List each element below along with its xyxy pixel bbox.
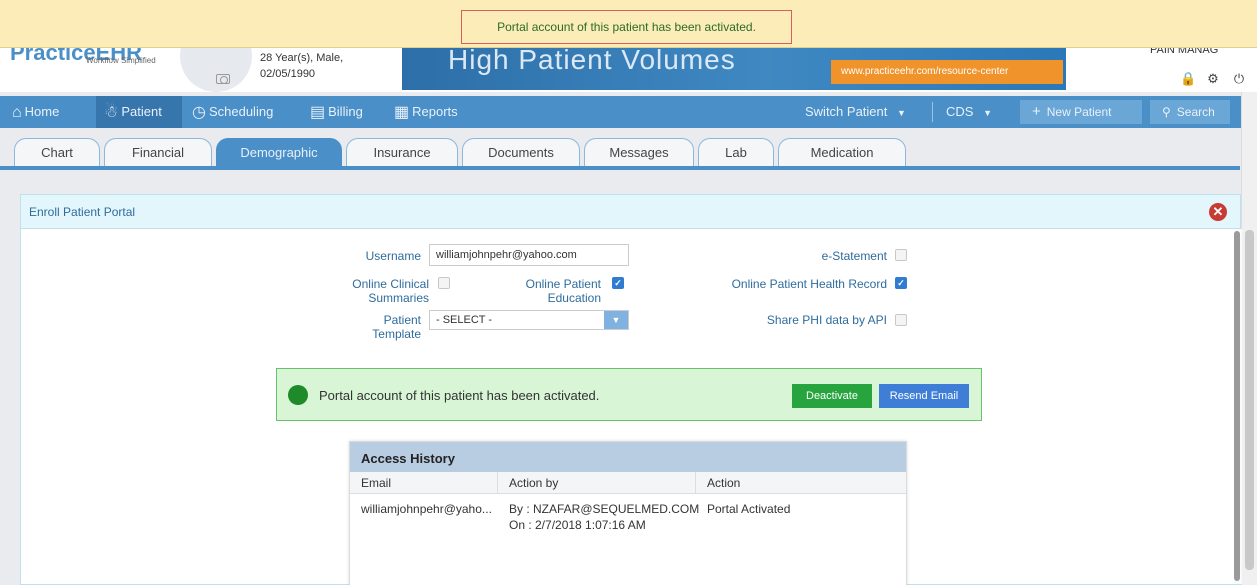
panel-scrollbar-thumb[interactable] — [1234, 231, 1240, 581]
panel-header: Enroll Patient Portal ✕ — [21, 195, 1240, 229]
switch-patient-label: Switch Patient — [805, 104, 888, 119]
patient-template-label: Patient Template — [321, 313, 421, 341]
patient-template-value: - SELECT - — [436, 314, 493, 326]
portal-status-box: Portal account of this patient has been … — [276, 368, 982, 421]
online-patient-edu-label-line1: Online Patient — [525, 277, 601, 291]
nav-billing[interactable]: ▤ Billing — [310, 96, 386, 128]
power-icon[interactable]: ⏻ — [1232, 72, 1246, 86]
col-action: Action — [707, 476, 741, 490]
clock-icon: ◷ — [192, 104, 206, 121]
nav-reports[interactable]: ▦ Reports — [394, 96, 474, 128]
patient-tabs: Chart Financial Demographic Insurance Do… — [0, 128, 1257, 170]
tab-documents[interactable]: Documents — [462, 138, 580, 166]
search-label: Search — [1176, 105, 1215, 119]
username-label: Username — [365, 249, 421, 263]
search-button[interactable]: ⚲ Search — [1150, 100, 1230, 124]
deactivate-button[interactable]: Deactivate — [792, 384, 872, 408]
main-nav: ⌂ Home ☃ Patient ◷ Scheduling ▤ Billing ▦ Rep… — [0, 96, 1257, 128]
search-icon: ⚲ — [1162, 105, 1171, 119]
col-email: Email — [350, 472, 498, 494]
calendar-icon: ▦ — [394, 104, 410, 121]
nav-scheduling-label: Scheduling — [208, 104, 274, 119]
online-health-record-checkbox[interactable]: ✓ — [895, 277, 907, 289]
tab-demographic[interactable]: Demographic — [216, 138, 342, 166]
ad-url[interactable]: www.practiceehr.com/resource-center — [831, 60, 1063, 84]
chevron-down-icon: ▼ — [983, 108, 992, 118]
estatement-label: e-Statement — [821, 249, 887, 263]
tabs-underline — [0, 166, 1240, 170]
username-field[interactable]: williamjohnpehr@yahoo.com — [429, 244, 629, 266]
status-indicator-icon — [288, 385, 308, 405]
resend-email-button[interactable]: Resend Email — [879, 384, 969, 408]
page-scrollbar-thumb[interactable] — [1245, 230, 1254, 570]
patient-template-label-line1: Patient — [383, 313, 421, 327]
row-action-by-user: By : NZAFAR@SEQUELMED.COM — [509, 502, 700, 516]
row-action-by-date: On : 2/7/2018 1:07:16 AM — [509, 518, 646, 532]
notification-message: Portal account of this patient has been … — [461, 10, 792, 44]
tab-financial[interactable]: Financial — [104, 138, 212, 166]
nav-home[interactable]: ⌂ Home — [8, 96, 88, 128]
nav-scheduling[interactable]: ◷ Scheduling — [192, 96, 298, 128]
estatement-checkbox[interactable] — [895, 249, 907, 261]
nav-patient-label: Patient — [121, 104, 162, 119]
nav-reports-label: Reports — [412, 104, 458, 119]
tab-messages[interactable]: Messages — [584, 138, 694, 166]
new-patient-button[interactable]: + New Patient — [1020, 100, 1142, 124]
patient-template-label-line2: Template — [372, 327, 421, 341]
page-scrollbar[interactable] — [1241, 92, 1257, 585]
access-history-title: Access History — [350, 442, 906, 472]
nav-billing-label: Billing — [328, 104, 363, 119]
online-clinical-label-line1: Online Clinical — [352, 277, 429, 291]
chevron-down-icon: ▼ — [897, 108, 906, 118]
chevron-down-icon[interactable]: ▼ — [604, 311, 628, 329]
online-clinical-label-line2: Summaries — [368, 291, 429, 305]
access-history-table: Access History Email Action by Action wi… — [349, 441, 907, 585]
patient-template-select[interactable]: - SELECT - ▼ — [429, 310, 629, 330]
table-header: Email Action by Action — [350, 472, 906, 494]
close-icon[interactable]: ✕ — [1209, 203, 1227, 221]
online-clinical-label: Online Clinical Summaries — [321, 277, 429, 305]
cds-dropdown[interactable]: CDS ▼ — [946, 96, 992, 128]
status-message: Portal account of this patient has been … — [319, 388, 600, 403]
row-email: williamjohnpehr@yaho... — [361, 502, 492, 516]
tab-chart[interactable]: Chart — [14, 138, 100, 166]
panel-scrollbar[interactable] — [1234, 229, 1242, 584]
home-icon: ⌂ — [12, 104, 22, 121]
logo-tagline: Workflow Simplified — [86, 56, 156, 65]
share-phi-checkbox[interactable] — [895, 314, 907, 326]
row-action: Portal Activated — [707, 502, 791, 516]
patient-icon: ☃ — [104, 104, 119, 121]
nav-patient[interactable]: ☃ Patient — [96, 96, 182, 128]
tab-lab[interactable]: Lab — [698, 138, 774, 166]
patient-dob: 02/05/1990 — [260, 68, 316, 80]
online-clinical-checkbox[interactable] — [438, 277, 450, 289]
online-patient-edu-label-line2: Education — [547, 291, 601, 305]
camera-icon[interactable] — [216, 74, 230, 84]
patient-age-sex: 28 Year(s), Male, — [260, 52, 344, 64]
tab-insurance[interactable]: Insurance — [346, 138, 458, 166]
ad-title: High Patient Volumes — [448, 44, 736, 75]
nav-home-label: Home — [24, 104, 60, 119]
tab-medication[interactable]: Medication — [778, 138, 906, 166]
panel-title: Enroll Patient Portal — [29, 205, 136, 219]
billing-icon: ▤ — [310, 104, 326, 121]
cds-label: CDS — [946, 104, 974, 119]
lock-icon[interactable]: 🔒 — [1180, 72, 1196, 86]
nav-separator — [932, 102, 933, 122]
online-health-record-label: Online Patient Health Record — [731, 277, 887, 291]
col-action-by: Action by — [498, 472, 696, 494]
switch-patient-dropdown[interactable]: Switch Patient ▼ — [805, 96, 906, 128]
online-patient-edu-checkbox[interactable]: ✓ — [612, 277, 624, 289]
plus-icon: + — [1032, 103, 1041, 120]
online-patient-edu-label: Online Patient Education — [495, 277, 601, 305]
new-patient-label: New Patient — [1046, 105, 1112, 119]
enroll-portal-panel: Enroll Patient Portal ✕ Username william… — [20, 194, 1242, 585]
gear-icon[interactable]: ⚙ — [1206, 72, 1220, 86]
share-phi-label: Share PHI data by API — [766, 313, 887, 327]
